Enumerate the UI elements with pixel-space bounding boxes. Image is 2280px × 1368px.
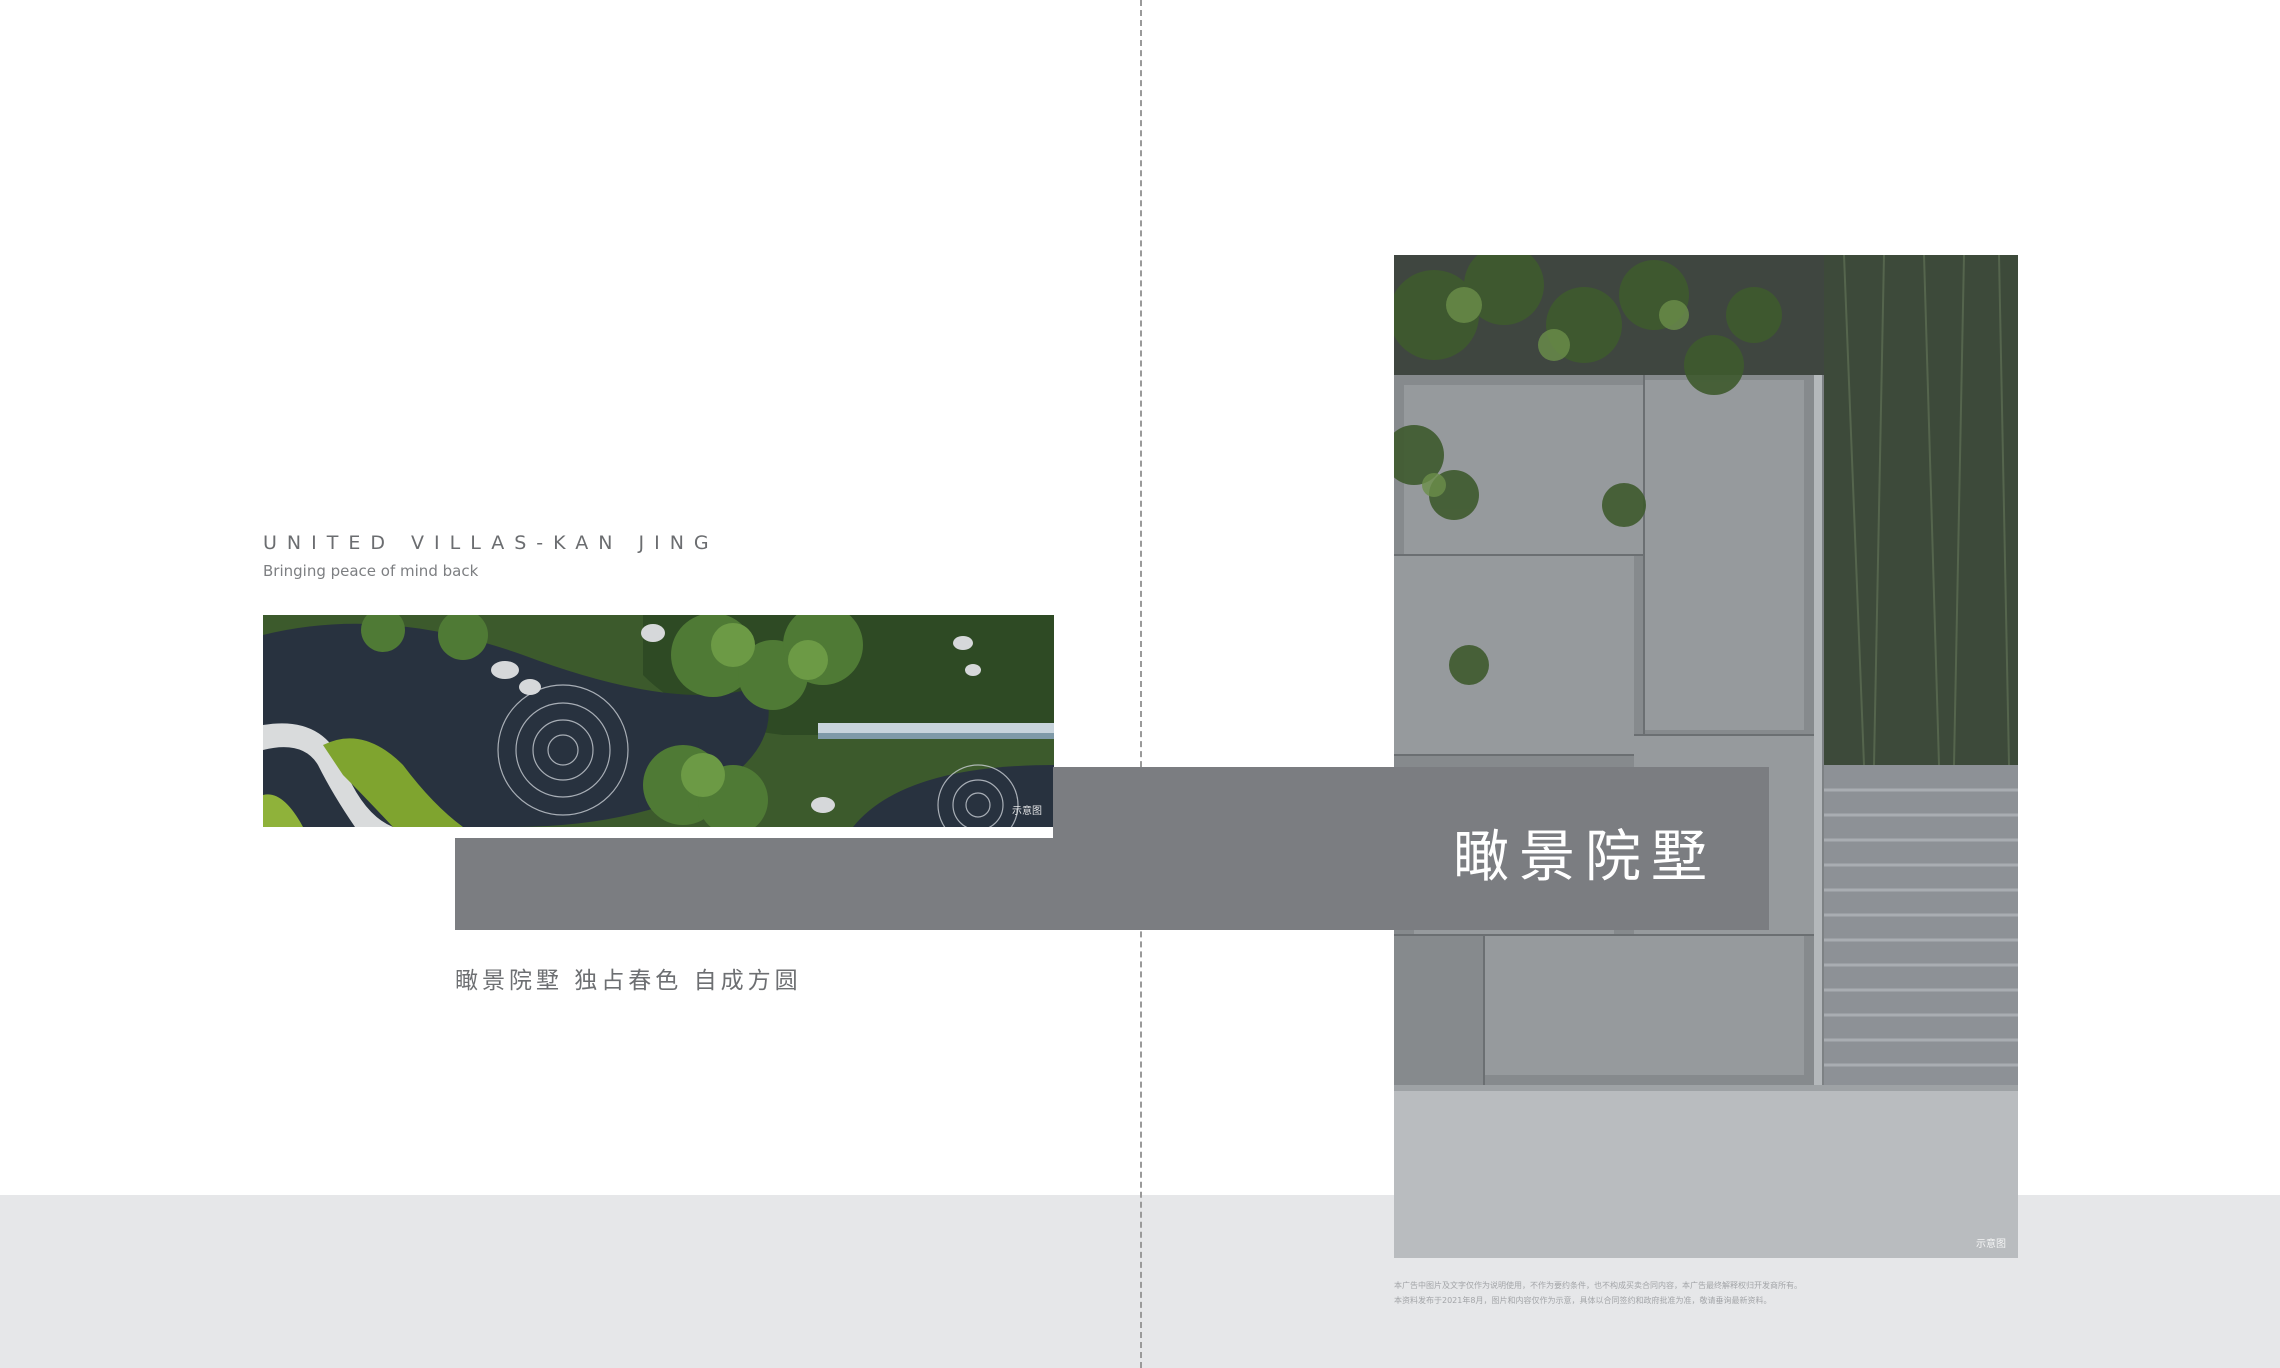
wall-photo-caption: 示意图 bbox=[1976, 1239, 2006, 1250]
slogan-text: 瞰景院墅 独占春色 自成方圆 bbox=[455, 968, 802, 994]
garden-photo-caption: 示意图 bbox=[1012, 806, 1042, 817]
garden-aerial-photo: 示意图 bbox=[263, 615, 1054, 827]
brand-tagline: Bringing peace of mind back bbox=[263, 562, 479, 580]
banner-title: 瞰景院墅 bbox=[1453, 825, 1717, 890]
stone-wall-photo: 示意图 bbox=[1394, 255, 2018, 1258]
disclaimer-line-1: 本广告中图片及文字仅作为说明使用，不作为要约条件，也不构成买卖合同内容，本广告最… bbox=[1394, 1281, 1802, 1290]
legal-disclaimer: 本广告中图片及文字仅作为说明使用，不作为要约条件，也不构成买卖合同内容，本广告最… bbox=[1394, 1278, 1802, 1308]
page-fold-dashed-line bbox=[1140, 0, 1142, 1368]
brand-title: UNITED VILLAS-KAN JING bbox=[263, 532, 719, 554]
gray-banner-left bbox=[455, 838, 1141, 930]
disclaimer-line-2: 本资料发布于2021年8月，图片和内容仅作为示意，具体以合同签约和政府批准为准，… bbox=[1394, 1296, 1772, 1305]
